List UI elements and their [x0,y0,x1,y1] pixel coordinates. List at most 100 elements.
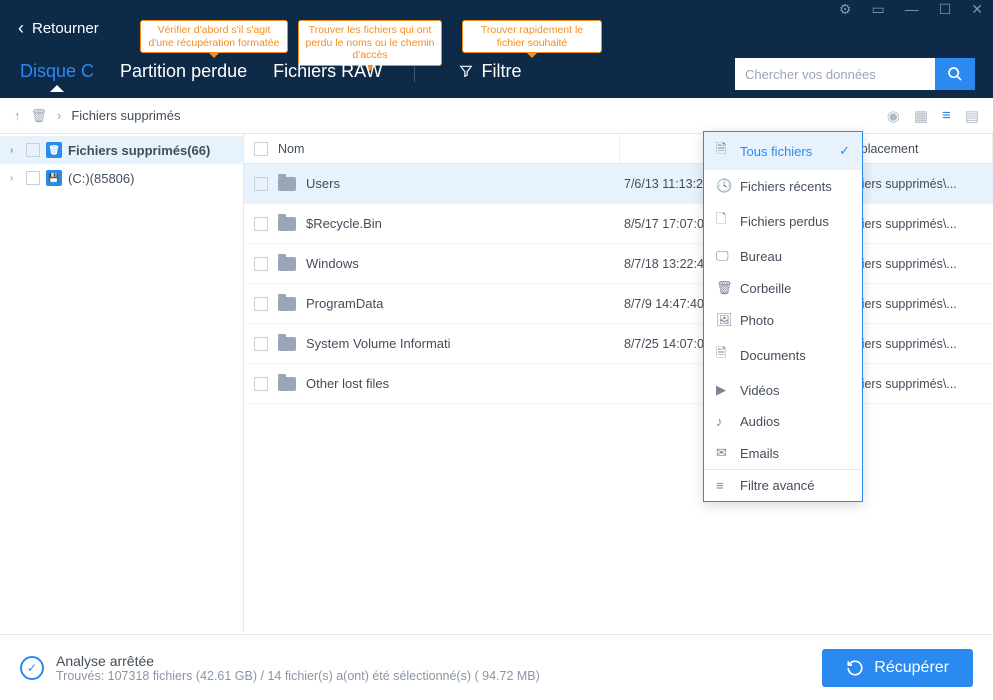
checkbox[interactable] [254,177,268,191]
tree-c-drive[interactable]: › 💾 (C:)(85806) [0,164,243,192]
up-icon[interactable]: ↑ [14,108,21,123]
image-icon: 🖼 [716,312,730,328]
mail-icon: ✉ [716,445,730,461]
breadcrumb-path[interactable]: Fichiers supprimés [71,108,180,123]
tabs: Disque C Partition perdue Fichiers RAW F… [20,54,521,98]
settings-icon[interactable]: ⚙ [839,1,852,18]
audio-icon: ♪ [716,414,730,429]
file-icon: 🗎 [716,140,730,162]
tree-label: Fichiers supprimés(66) [68,143,210,158]
file-name: $Recycle.Bin [306,216,382,231]
trash-icon[interactable]: 🗑 [31,108,48,124]
clock-icon: 🕓 [716,178,730,194]
preview-icon[interactable]: ◉ [887,107,900,125]
table-header: Nom Type Emplacement [244,134,993,164]
col-name[interactable]: Nom [244,134,620,163]
minimize-icon[interactable]: — [905,1,919,17]
disk-icon: 💾 [46,170,62,186]
detail-icon[interactable]: ▤ [965,107,979,125]
filter-recent[interactable]: 🕓Fichiers récents [704,170,862,202]
maximize-icon[interactable]: ☐ [939,1,952,18]
status-title: Analyse arrêtée [56,653,540,669]
search-button[interactable] [935,58,975,90]
trash-icon: 🗑 [46,142,62,158]
toolbar: ↑ 🗑 › Fichiers supprimés ◉ ▦ ≡ ▤ [0,98,993,134]
chevron-right-icon[interactable]: › [10,145,20,156]
main: › 🗑 Fichiers supprimés(66) › 💾 (C:)(8580… [0,134,993,632]
file-name: System Volume Informati [306,336,451,351]
table-row[interactable]: System Volume Informati8/7/25 14:07:03Do… [244,324,993,364]
folder-icon [278,377,296,391]
tab-filter[interactable]: Filtre [459,61,521,82]
search-icon [947,66,963,82]
filter-lost[interactable]: 🗋Fichiers perdus [704,202,862,240]
folder-icon [278,337,296,351]
table-row[interactable]: Other lost filesDossier de fic...Fichier… [244,364,993,404]
checkbox[interactable] [254,217,268,231]
folder-icon [278,177,296,191]
file-list: Nom Type Emplacement Users7/6/13 11:13:2… [244,134,993,632]
filter-label: Filtre [481,61,521,82]
chevron-right-icon: › [57,108,61,123]
filter-trash[interactable]: 🗑Corbeille [704,272,862,304]
title-bar: ⚙ ▭ — ☐ ✕ [0,0,993,18]
desktop-icon: 🖵 [716,248,730,264]
table-row[interactable]: Users7/6/13 11:13:22Dossier de fic...Fic… [244,164,993,204]
recover-button[interactable]: Récupérer [822,649,973,687]
file-name: Windows [306,256,359,271]
filter-advanced[interactable]: ≡Filtre avancé [704,469,862,501]
filter-all[interactable]: 🗎Tous fichiers✓ [704,132,862,170]
folder-icon [278,297,296,311]
tooltip-quickfind: Trouver rapidement le fichier souhaité [462,20,602,53]
checkbox[interactable] [254,257,268,271]
table-row[interactable]: ProgramData8/7/9 14:47:40Dossier de fic.… [244,284,993,324]
checkbox[interactable] [254,337,268,351]
list-icon[interactable]: ≡ [942,107,951,124]
filter-photo[interactable]: 🖼Photo [704,304,862,336]
search-input[interactable] [735,58,935,90]
filter-docs[interactable]: 🗎Documents [704,336,862,374]
back-button[interactable]: ‹ Retourner [18,18,99,39]
checkbox[interactable] [26,171,40,185]
folder-icon [278,257,296,271]
checkbox[interactable] [254,377,268,391]
tree-deleted-files[interactable]: › 🗑 Fichiers supprimés(66) [0,136,243,164]
select-all-checkbox[interactable] [254,142,268,156]
filter-desktop[interactable]: 🖵Bureau [704,240,862,272]
check-circle-icon: ✓ [20,656,44,680]
tab-raw-files[interactable]: Fichiers RAW [273,61,382,82]
filter-email[interactable]: ✉Emails [704,437,862,469]
view-switcher: ◉ ▦ ≡ ▤ [887,107,979,125]
tab-disk-c[interactable]: Disque C [20,61,94,82]
status-sub: Trouvés: 107318 fichiers (42.61 GB) / 14… [56,669,540,683]
tooltip-lostname: Trouver les fichiers qui ont perdu le no… [298,20,442,66]
sliders-icon: ≡ [716,478,730,493]
tree-label: (C:)(85806) [68,171,134,186]
close-icon[interactable]: ✕ [971,1,983,18]
check-icon: ✓ [839,143,850,159]
tab-lost-partition[interactable]: Partition perdue [120,61,247,82]
lost-icon: 🗋 [716,210,730,232]
grid-icon[interactable]: ▦ [914,107,928,125]
checkbox[interactable] [26,143,40,157]
folder-icon [278,217,296,231]
status: ✓ Analyse arrêtée Trouvés: 107318 fichie… [20,653,540,683]
table-row[interactable]: $Recycle.Bin8/5/17 17:07:09Dossier de fi… [244,204,993,244]
chevron-right-icon[interactable]: › [10,173,20,184]
filter-audio[interactable]: ♪Audios [704,406,862,437]
filter-dropdown: 🗎Tous fichiers✓ 🕓Fichiers récents 🗋Fichi… [703,131,863,502]
checkbox[interactable] [254,297,268,311]
sidebar: › 🗑 Fichiers supprimés(66) › 💾 (C:)(8580… [0,134,244,632]
recover-label: Récupérer [874,659,949,677]
document-icon: 🗎 [716,344,730,366]
back-label: Retourner [32,20,99,37]
search-box [735,58,975,90]
file-name: ProgramData [306,296,383,311]
video-icon: ▶ [716,382,730,398]
restore-icon [846,659,864,677]
restore-icon[interactable]: ▭ [871,1,884,18]
table-row[interactable]: Windows8/7/18 13:22:41Dossier de fic...F… [244,244,993,284]
chevron-left-icon: ‹ [18,18,24,39]
filter-video[interactable]: ▶Vidéos [704,374,862,406]
col-name-label: Nom [278,142,304,156]
